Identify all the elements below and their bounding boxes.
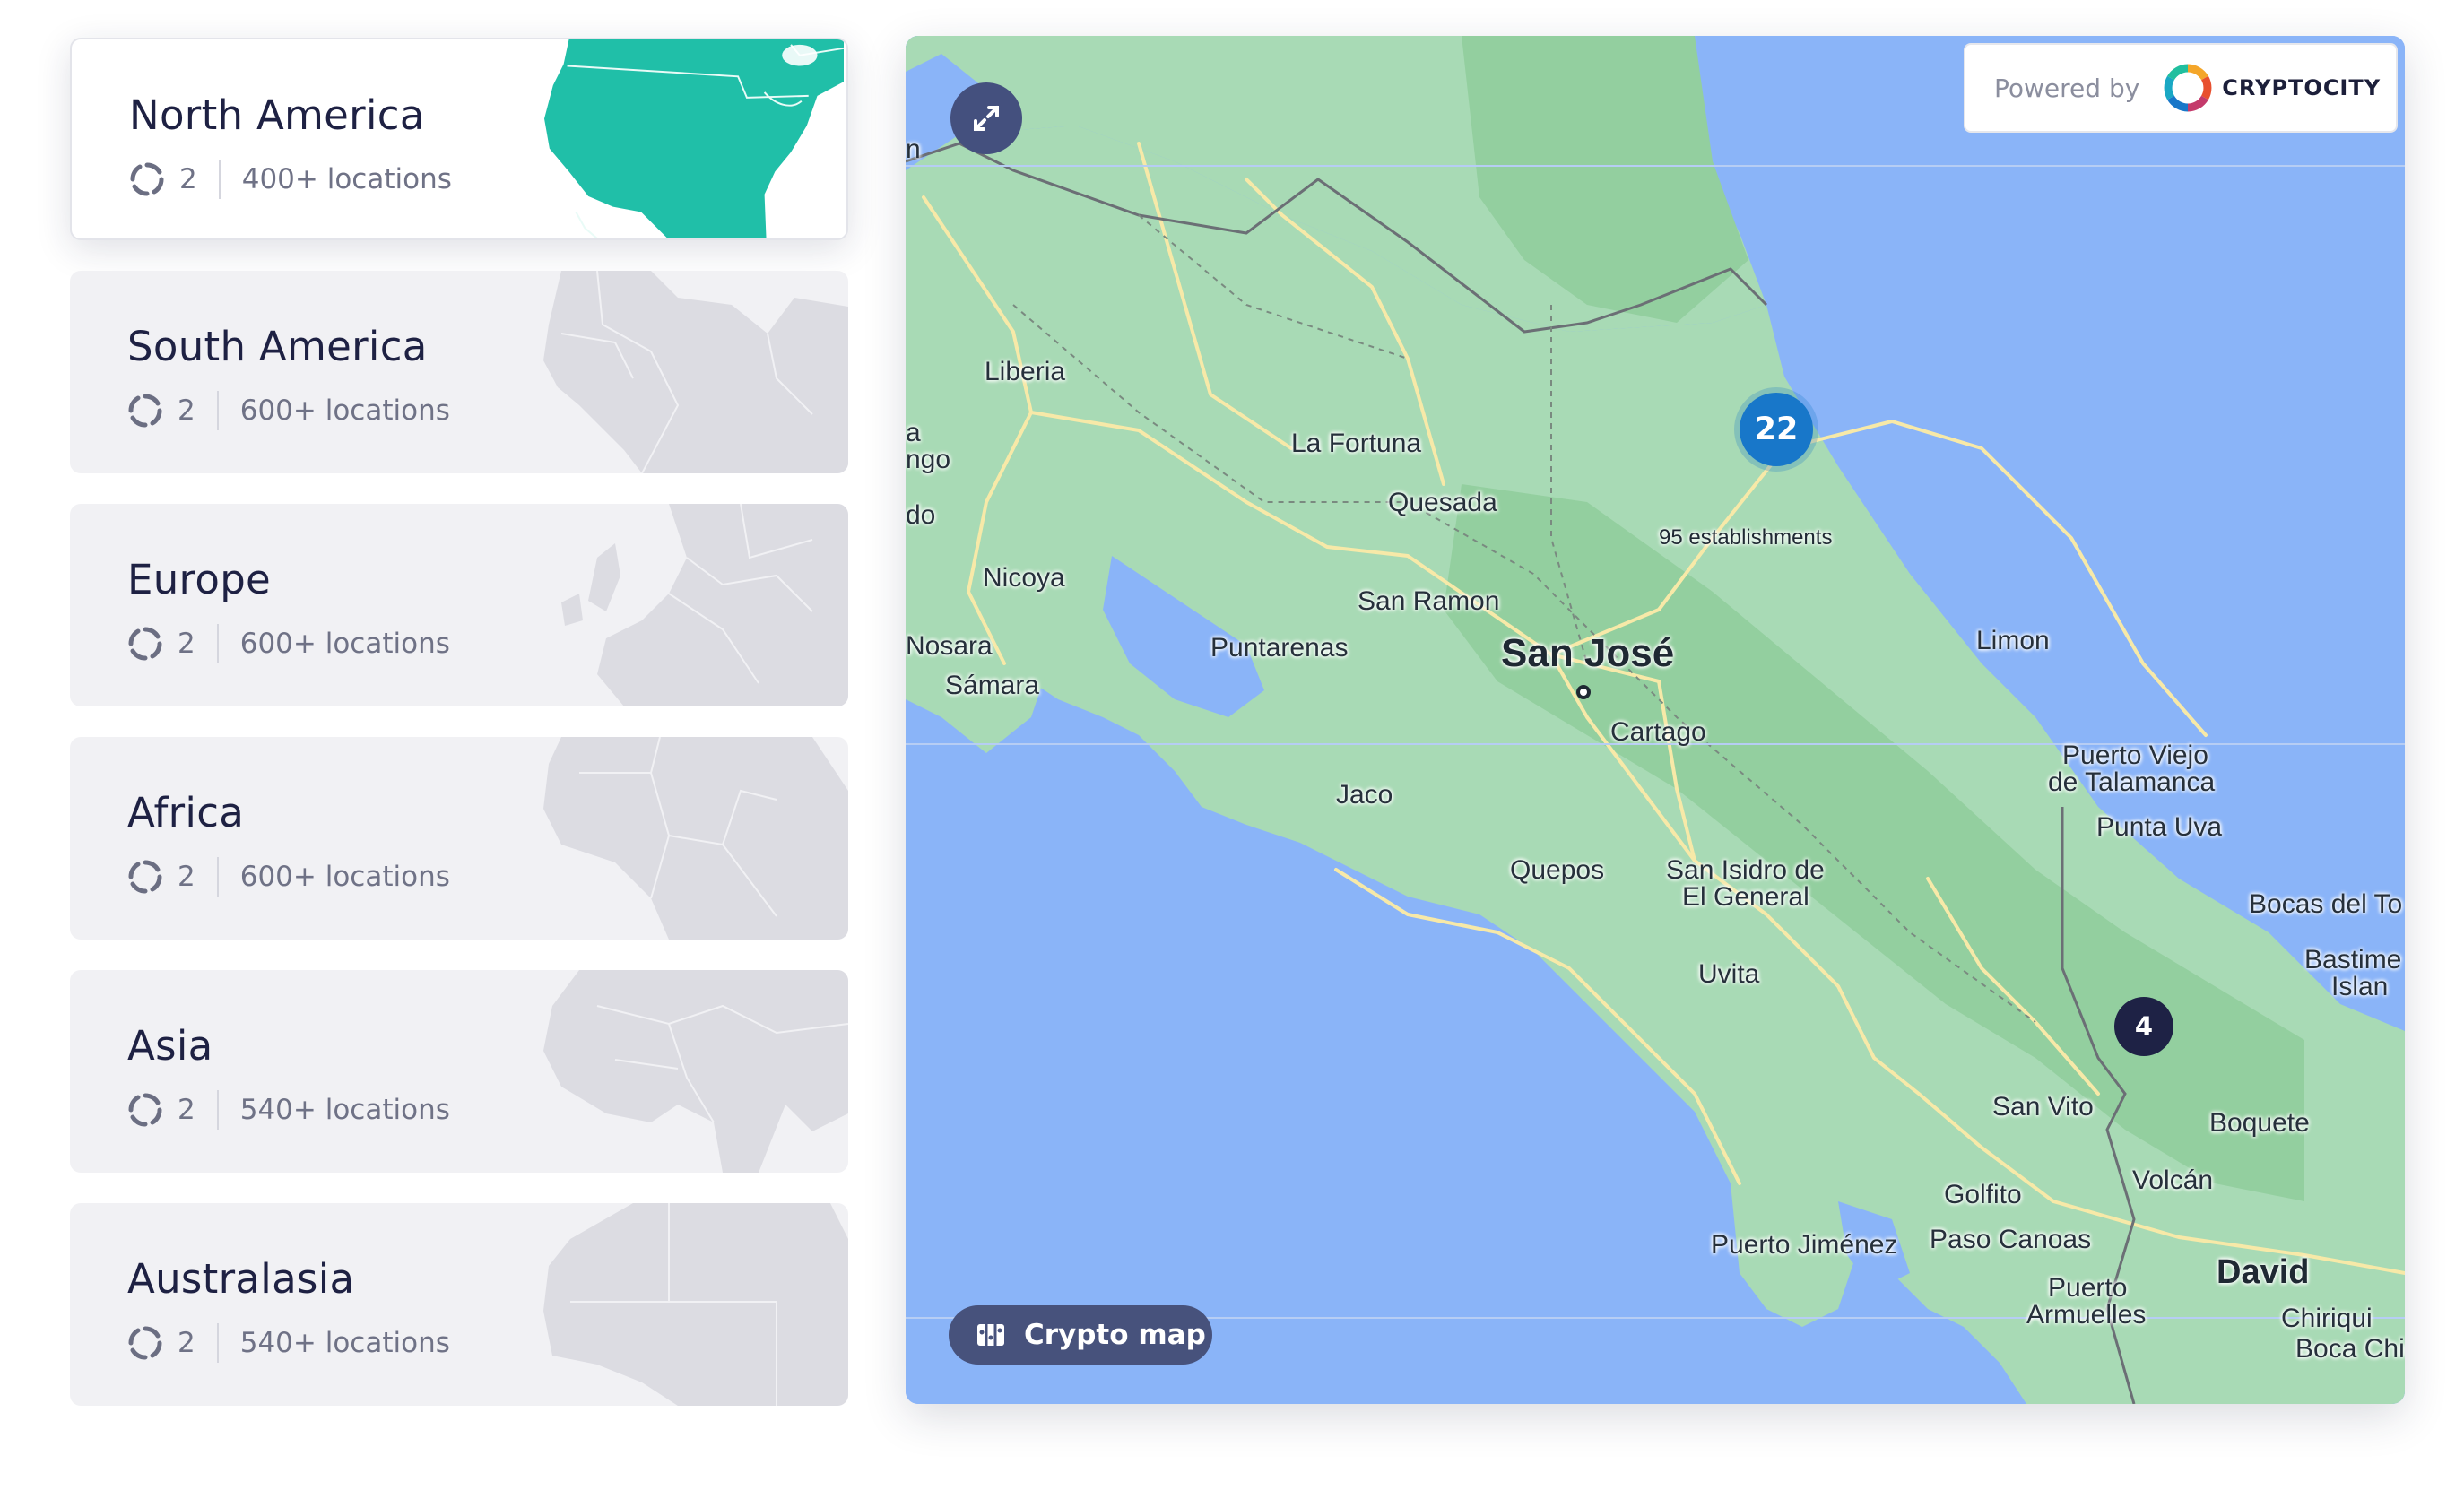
map-label-el-general: El General xyxy=(1682,882,1809,912)
expand-icon xyxy=(974,106,999,131)
exchange-count: 2 xyxy=(178,1094,195,1126)
region-card-north-america[interactable]: North America 2 400+ locations xyxy=(70,38,848,240)
region-name: Asia xyxy=(127,1022,213,1070)
crypto-map[interactable]: Liberia La Fortuna Quesada Nicoya San Ra… xyxy=(906,36,2405,1404)
africa-map-icon xyxy=(543,737,848,940)
crypto-map-label: Crypto map xyxy=(1024,1319,1206,1351)
expand-map-button[interactable] xyxy=(950,82,1022,154)
map-label-de-talamanca: de Talamanca xyxy=(2048,767,2216,797)
south-america-map-icon xyxy=(543,271,848,473)
region-name: South America xyxy=(127,323,428,370)
region-meta: 2 540+ locations xyxy=(127,1323,450,1363)
exchange-count: 2 xyxy=(178,394,195,427)
map-label-uvita: Uvita xyxy=(1698,959,1760,989)
map-label-puerto: Puerto xyxy=(2048,1273,2128,1303)
exchange-count: 2 xyxy=(178,628,195,660)
meta-divider xyxy=(216,624,219,663)
exchange-count: 2 xyxy=(179,163,197,195)
region-meta: 2 600+ locations xyxy=(127,624,450,663)
cryptocity-logo-icon xyxy=(2164,64,2212,112)
map-label-boca-chic: Boca Chic xyxy=(2295,1334,2405,1364)
australasia-map-icon xyxy=(543,1203,848,1406)
map-label-quepos: Quepos xyxy=(1510,855,1605,885)
map-label-paso-canoas: Paso Canoas xyxy=(1930,1225,2092,1254)
locations-count: 600+ locations xyxy=(239,628,450,660)
map-label-bastime: Bastime xyxy=(2304,945,2402,975)
map-label-liberia: Liberia xyxy=(985,357,1066,386)
map-label-bocas: Bocas del To xyxy=(2249,889,2403,919)
map-label-david: David xyxy=(2217,1253,2310,1291)
map-label-san-vito: San Vito xyxy=(1992,1092,2094,1122)
region-meta: 2 540+ locations xyxy=(127,1090,450,1130)
region-name: Africa xyxy=(127,789,245,836)
asia-map-icon xyxy=(543,970,848,1173)
map-label-la-fortuna: La Fortuna xyxy=(1291,429,1422,458)
meta-divider xyxy=(216,1323,219,1363)
locations-count: 600+ locations xyxy=(239,861,450,893)
map-label-samara: Sámara xyxy=(945,671,1040,700)
spinner-icon xyxy=(128,1326,162,1360)
map-label-san-ramon: San Ramon xyxy=(1358,586,1500,616)
meta-divider xyxy=(216,857,219,897)
cluster-marker[interactable]: 22 xyxy=(1740,393,1813,466)
region-name: North America xyxy=(129,91,425,139)
crypto-map-button[interactable]: Crypto map xyxy=(949,1305,1212,1365)
map-label-puerto-jimenez: Puerto Jiménez xyxy=(1711,1230,1898,1260)
map-label-volcan: Volcán xyxy=(2132,1165,2214,1195)
map-label-puntarenas: Puntarenas xyxy=(1210,633,1349,663)
powered-by-badge[interactable]: Powered by CRYPTOCITY xyxy=(1964,43,2398,133)
exchange-count: 2 xyxy=(178,861,195,893)
spinner-icon xyxy=(128,860,162,894)
locations-count: 540+ locations xyxy=(239,1327,450,1359)
region-name: Europe xyxy=(127,556,272,603)
map-label-san-isidro: San Isidro de xyxy=(1666,855,1825,885)
spinner-icon xyxy=(130,162,164,196)
europe-map-icon xyxy=(561,504,848,706)
map-label-isla: Islan xyxy=(2331,972,2389,1001)
map-label-punta-uva: Punta Uva xyxy=(2096,812,2223,842)
map-label-san-jose: San José xyxy=(1501,631,1675,675)
map-label-puerto-viejo: Puerto Viejo xyxy=(2062,741,2208,770)
map-label-cartago: Cartago xyxy=(1610,717,1706,747)
locations-count: 600+ locations xyxy=(239,394,450,427)
map-label-boquete: Boquete xyxy=(2209,1108,2310,1138)
map-label-jaco: Jaco xyxy=(1336,780,1393,810)
map-label-armuelles: Armuelles xyxy=(2026,1300,2147,1330)
region-card-africa[interactable]: Africa 2 600+ locations xyxy=(70,737,848,940)
map-label-edge-do: do xyxy=(906,500,936,530)
map-label-golfito: Golfito xyxy=(1944,1180,2022,1209)
region-meta: 2 600+ locations xyxy=(127,857,450,897)
exchange-count: 2 xyxy=(178,1327,195,1359)
map-label-nosara: Nosara xyxy=(906,631,993,661)
map-label-edge-a: a xyxy=(906,418,921,447)
meta-divider xyxy=(218,160,221,199)
map-label-edge-ngo: ngo xyxy=(906,445,951,474)
spinner-icon xyxy=(128,394,162,428)
spinner-icon xyxy=(128,1093,162,1127)
region-name: Australasia xyxy=(127,1255,355,1303)
cluster-caption: 95 establishments xyxy=(1659,525,1833,550)
map-label-edge-n: n xyxy=(906,134,921,164)
cluster-marker[interactable]: 4 xyxy=(2114,997,2173,1056)
map-label-chiriqui: Chiriqui xyxy=(2281,1304,2373,1333)
region-meta: 2 600+ locations xyxy=(127,391,450,430)
map-label-quesada: Quesada xyxy=(1388,488,1497,517)
powered-by-label: Powered by xyxy=(1994,73,2140,103)
meta-divider xyxy=(216,1090,219,1130)
north-america-map-icon xyxy=(544,39,845,238)
region-card-europe[interactable]: Europe 2 600+ locations xyxy=(70,504,848,706)
locations-count: 540+ locations xyxy=(239,1094,450,1126)
map-icon xyxy=(977,1324,1004,1346)
meta-divider xyxy=(216,391,219,430)
spinner-icon xyxy=(128,627,162,661)
map-label-limon: Limon xyxy=(1976,626,2050,655)
region-card-australasia[interactable]: Australasia 2 540+ locations xyxy=(70,1203,848,1406)
locations-count: 400+ locations xyxy=(241,163,452,195)
region-card-asia[interactable]: Asia 2 540+ locations xyxy=(70,970,848,1173)
brand-name: CRYPTOCITY xyxy=(2222,75,2382,100)
map-label-nicoya: Nicoya xyxy=(983,563,1065,593)
region-meta: 2 400+ locations xyxy=(129,160,452,199)
region-card-south-america[interactable]: South America 2 600+ locations xyxy=(70,271,848,473)
